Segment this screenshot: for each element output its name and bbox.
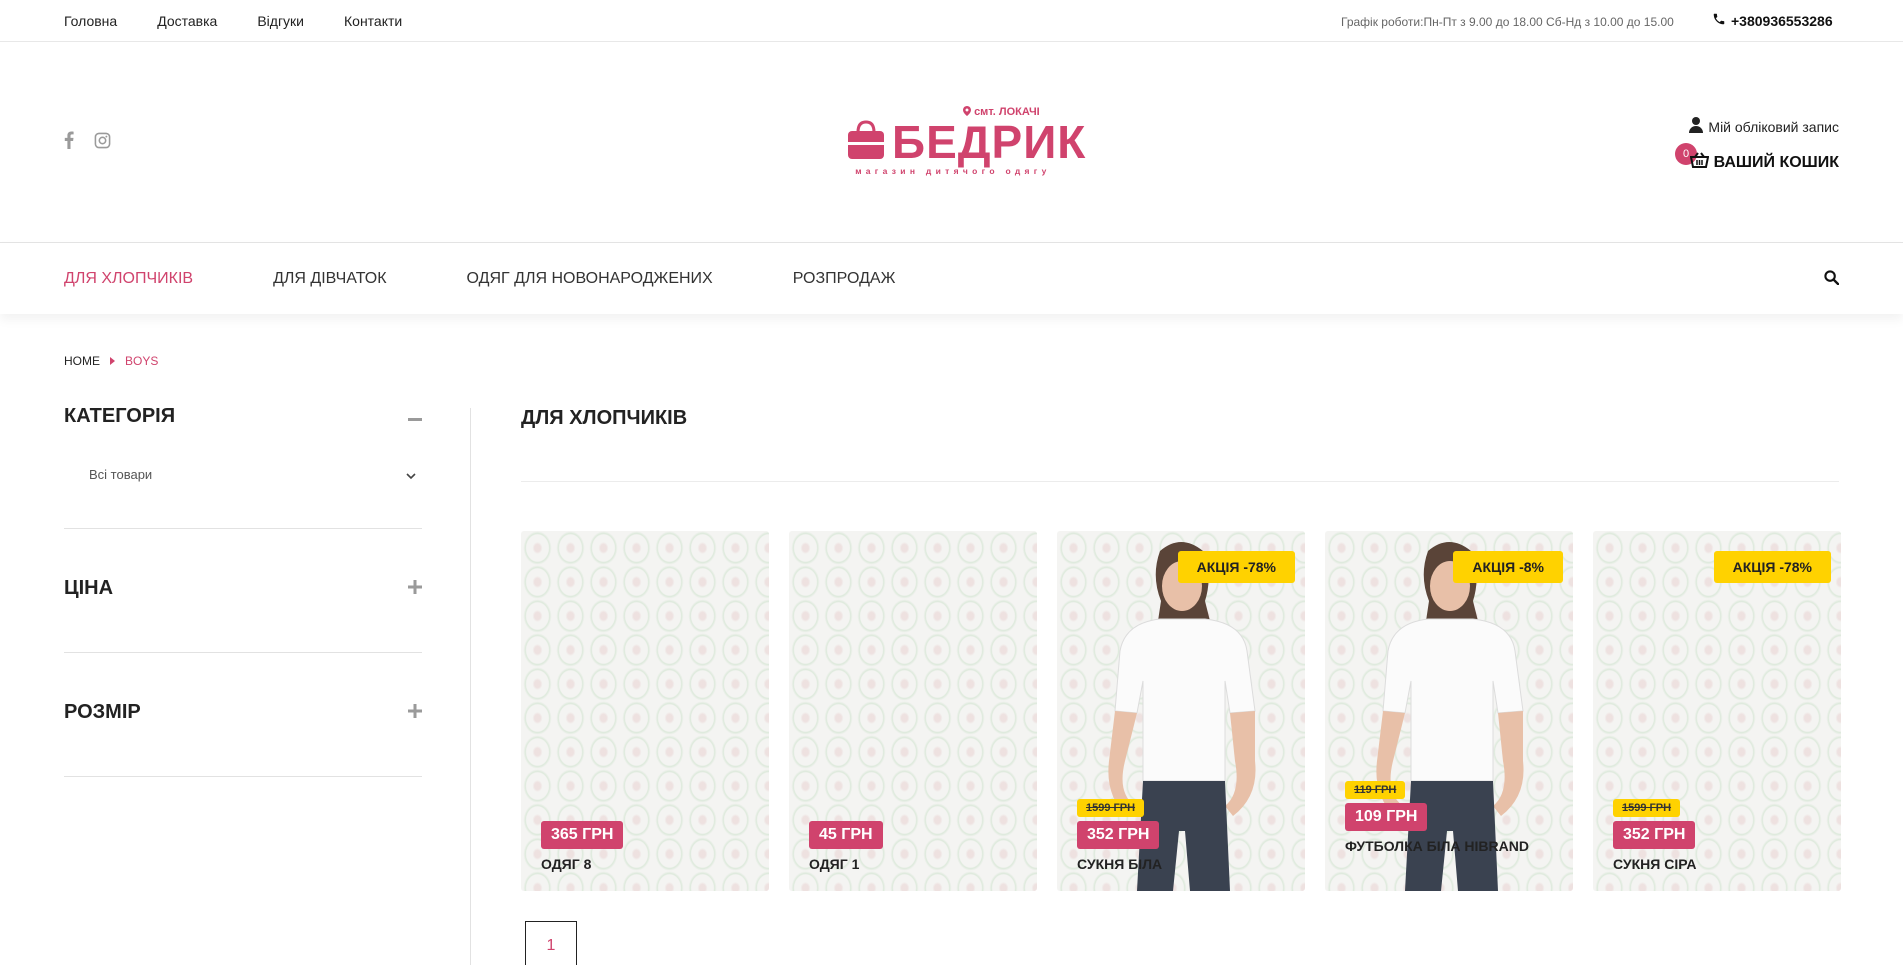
product-card[interactable]: 45 ГРН ОДЯГ 1 [789, 531, 1037, 891]
product-price: 365 ГРН [541, 821, 624, 849]
price-filter-header[interactable]: ЦІНА [64, 577, 422, 600]
pagination-page-1[interactable]: 1 [525, 921, 577, 965]
instagram-icon[interactable] [94, 132, 111, 149]
product-name[interactable]: ОДЯГ 8 [541, 855, 756, 873]
logo-name: БЕДРИК [892, 116, 1087, 168]
expand-plus-icon[interactable] [408, 701, 422, 724]
working-hours: Графік роботи:Пн-Пт з 9.00 до 18.00 Сб-Н… [1341, 15, 1674, 29]
sale-badge: АКЦІЯ -78% [1713, 551, 1831, 583]
product-name[interactable]: ФУТБОЛКА БІЛА HIBRAND [1345, 837, 1560, 855]
sidebar-divider [470, 408, 471, 965]
shopping-bag-icon [847, 120, 885, 165]
sale-badge: АКЦІЯ -8% [1453, 551, 1563, 583]
filter-sidebar: КАТЕГОРІЯ Всі товари ЦІНА РОЗМІР [64, 405, 422, 777]
product-price: 45 ГРН [809, 821, 883, 849]
size-filter: РОЗМІР [64, 653, 422, 777]
collapse-minus-icon[interactable] [408, 405, 422, 428]
category-filter: КАТЕГОРІЯ Всі товари [64, 405, 422, 529]
logo-tagline: магазин дитячого одягу [855, 166, 1051, 176]
product-card[interactable]: АКЦІЯ -78% 1599 ГРН 352 ГРН СУКНЯ СІРА [1593, 531, 1841, 891]
breadcrumb-home[interactable]: HOME [64, 354, 100, 368]
phone-number: +380936553286 [1731, 12, 1833, 29]
cart-button[interactable]: ВАШИЙ КОШИК [1689, 152, 1839, 173]
old-price: 1599 ГРН [1613, 799, 1681, 817]
size-filter-header[interactable]: РОЗМІР [64, 701, 422, 724]
category-filter-header[interactable]: КАТЕГОРІЯ [64, 405, 422, 428]
nav-item-sale[interactable]: РОЗПРОДАЖ [793, 270, 896, 288]
expand-plus-icon[interactable] [408, 577, 422, 600]
title-divider [521, 481, 1839, 482]
product-card[interactable]: АКЦІЯ -78% 1599 ГРН 352 ГРН СУКНЯ БІЛА [1057, 531, 1305, 891]
product-card[interactable]: 365 ГРН ОДЯГ 8 [521, 531, 769, 891]
nav-item-girls[interactable]: ДЛЯ ДІВЧАТОК [273, 270, 386, 288]
search-icon[interactable] [1824, 270, 1840, 290]
nav-item-newborn[interactable]: ОДЯГ ДЛЯ НОВОНАРОДЖЕНИХ [467, 270, 713, 288]
facebook-icon[interactable] [64, 131, 74, 149]
user-icon [1689, 117, 1704, 136]
sale-badge: АКЦІЯ -78% [1177, 551, 1295, 583]
top-link-home[interactable]: Головна [64, 13, 117, 29]
size-title: РОЗМІР [64, 701, 141, 723]
cart-label: ВАШИЙ КОШИК [1713, 153, 1839, 171]
breadcrumb-arrow-icon [110, 357, 115, 365]
product-price: 352 ГРН [1613, 821, 1696, 849]
product-name[interactable]: ОДЯГ 1 [809, 855, 1024, 873]
page-title: ДЛЯ ХЛОПЧИКІВ [521, 407, 688, 429]
old-price: 119 ГРН [1345, 781, 1406, 799]
top-link-contacts[interactable]: Контакти [344, 13, 402, 29]
top-link-delivery[interactable]: Доставка [157, 13, 217, 29]
top-bar: Головна Доставка Відгуки Контакти Графік… [0, 0, 1903, 42]
breadcrumb: HOME BOYS [64, 354, 158, 368]
product-price: 352 ГРН [1077, 821, 1160, 849]
product-price: 109 ГРН [1345, 803, 1428, 831]
nav-item-boys[interactable]: ДЛЯ ХЛОПЧИКІВ [64, 270, 193, 288]
product-name[interactable]: СУКНЯ БІЛА [1077, 855, 1292, 873]
main-nav: ДЛЯ ХЛОПЧИКІВ ДЛЯ ДІВЧАТОК ОДЯГ ДЛЯ НОВО… [0, 242, 1903, 314]
phone-icon [1712, 12, 1726, 29]
top-link-reviews[interactable]: Відгуки [257, 13, 304, 29]
basket-icon [1689, 152, 1709, 173]
old-price: 1599 ГРН [1077, 799, 1145, 817]
social-links [64, 131, 111, 149]
store-logo[interactable]: смт. ЛОКАЧІ БЕДРИК магазин дитячого одяг… [846, 104, 1085, 180]
top-nav: Головна Доставка Відгуки Контакти [64, 13, 402, 29]
chevron-down-icon[interactable] [406, 467, 416, 485]
price-filter: ЦІНА [64, 529, 422, 653]
product-card[interactable]: АКЦІЯ -8% 119 ГРН 109 ГРН ФУТБОЛКА БІЛА … [1325, 531, 1573, 891]
account-label: Мій обліковий запис [1708, 118, 1839, 135]
category-select[interactable]: Всі товари [89, 467, 152, 482]
category-title: КАТЕГОРІЯ [64, 405, 176, 427]
product-grid: 365 ГРН ОДЯГ 8 45 ГРН ОДЯГ 1 АКЦІЯ -78% … [521, 531, 1841, 891]
price-title: ЦІНА [64, 577, 114, 599]
breadcrumb-current: BOYS [125, 354, 159, 368]
phone-link[interactable]: +380936553286 [1712, 12, 1833, 29]
account-link[interactable]: Мій обліковий запис [1689, 117, 1839, 136]
product-name[interactable]: СУКНЯ СІРА [1613, 855, 1828, 873]
